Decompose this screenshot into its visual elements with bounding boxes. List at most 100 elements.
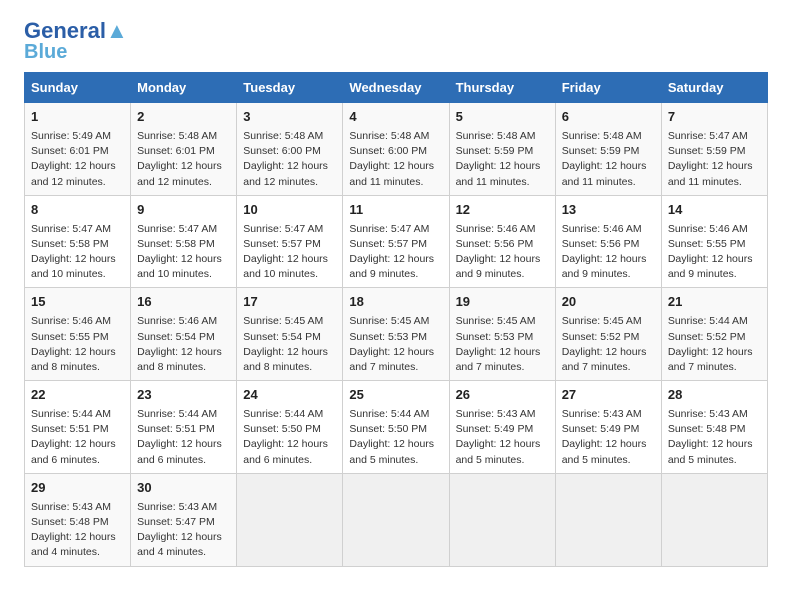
- cell-content: Sunrise: 5:49 AMSunset: 6:01 PMDaylight:…: [31, 129, 124, 190]
- calendar-cell: 28Sunrise: 5:43 AMSunset: 5:48 PMDayligh…: [661, 381, 767, 474]
- calendar-cell: 4 Sunrise: 5:48 AMSunset: 6:00 PMDaylight…: [343, 103, 449, 196]
- calendar-cell: 12 Sunrise: 5:46 AMSunset: 5:56 PMDayligh…: [449, 195, 555, 288]
- day-number: 11: [349, 201, 442, 220]
- day-number: 2: [137, 108, 230, 127]
- logo-text: General▲: [24, 20, 128, 42]
- calendar-cell: [343, 473, 449, 566]
- calendar-cell: 27 Sunrise: 5:43 AMSunset: 5:49 PMDayligh…: [555, 381, 661, 474]
- day-number: 21: [668, 293, 761, 312]
- calendar-cell: 14 Sunrise: 5:46 AMSunset: 5:55 PMDayligh…: [661, 195, 767, 288]
- calendar-cell: 3Sunrise: 5:48 AMSunset: 6:00 PMDaylight…: [237, 103, 343, 196]
- calendar-cell: 17Sunrise: 5:45 AMSunset: 5:54 PMDayligh…: [237, 288, 343, 381]
- cell-content: Sunrise: 5:44 AMSunset: 5:50 PMDaylight:…: [349, 407, 442, 468]
- weekday-header-row: SundayMondayTuesdayWednesdayThursdayFrid…: [25, 73, 768, 103]
- calendar-cell: 26Sunrise: 5:43 AMSunset: 5:49 PMDayligh…: [449, 381, 555, 474]
- cell-content: Sunrise: 5:44 AMSunset: 5:51 PMDaylight:…: [137, 407, 230, 468]
- weekday-header-wednesday: Wednesday: [343, 73, 449, 103]
- weekday-header-saturday: Saturday: [661, 73, 767, 103]
- day-number: 12: [456, 201, 549, 220]
- cell-content: Sunrise: 5:43 AMSunset: 5:49 PMDaylight:…: [456, 407, 549, 468]
- day-number: 4: [349, 108, 442, 127]
- day-number: 10: [243, 201, 336, 220]
- day-number: 13: [562, 201, 655, 220]
- weekday-header-tuesday: Tuesday: [237, 73, 343, 103]
- day-number: 14: [668, 201, 761, 220]
- day-number: 16: [137, 293, 230, 312]
- day-number: 30: [137, 479, 230, 498]
- cell-content: Sunrise: 5:44 AMSunset: 5:51 PMDaylight:…: [31, 407, 124, 468]
- cell-content: Sunrise: 5:47 AMSunset: 5:57 PMDaylight:…: [349, 222, 442, 283]
- cell-content: Sunrise: 5:46 AMSunset: 5:55 PMDaylight:…: [31, 314, 124, 375]
- cell-content: Sunrise: 5:47 AMSunset: 5:59 PMDaylight:…: [668, 129, 761, 190]
- cell-content: Sunrise: 5:44 AMSunset: 5:50 PMDaylight:…: [243, 407, 336, 468]
- calendar-cell: [661, 473, 767, 566]
- calendar-cell: 9 Sunrise: 5:47 AMSunset: 5:58 PMDaylight…: [131, 195, 237, 288]
- cell-content: Sunrise: 5:47 AMSunset: 5:58 PMDaylight:…: [31, 222, 124, 283]
- day-number: 25: [349, 386, 442, 405]
- calendar-cell: 5 Sunrise: 5:48 AMSunset: 5:59 PMDaylight…: [449, 103, 555, 196]
- header: General▲ Blue: [24, 20, 768, 62]
- weekday-header-friday: Friday: [555, 73, 661, 103]
- calendar-cell: 13 Sunrise: 5:46 AMSunset: 5:56 PMDayligh…: [555, 195, 661, 288]
- calendar-cell: 15Sunrise: 5:46 AMSunset: 5:55 PMDayligh…: [25, 288, 131, 381]
- cell-content: Sunrise: 5:48 AMSunset: 5:59 PMDaylight:…: [562, 129, 655, 190]
- calendar-cell: 23 Sunrise: 5:44 AMSunset: 5:51 PMDayligh…: [131, 381, 237, 474]
- calendar-cell: 16Sunrise: 5:46 AMSunset: 5:54 PMDayligh…: [131, 288, 237, 381]
- week-row-3: 15Sunrise: 5:46 AMSunset: 5:55 PMDayligh…: [25, 288, 768, 381]
- calendar-cell: 30Sunrise: 5:43 AMSunset: 5:47 PMDayligh…: [131, 473, 237, 566]
- week-row-1: 1 Sunrise: 5:49 AMSunset: 6:01 PMDaylight…: [25, 103, 768, 196]
- cell-content: Sunrise: 5:45 AMSunset: 5:52 PMDaylight:…: [562, 314, 655, 375]
- week-row-5: 29Sunrise: 5:43 AMSunset: 5:48 PMDayligh…: [25, 473, 768, 566]
- calendar-cell: 29Sunrise: 5:43 AMSunset: 5:48 PMDayligh…: [25, 473, 131, 566]
- calendar-cell: [555, 473, 661, 566]
- day-number: 7: [668, 108, 761, 127]
- day-number: 8: [31, 201, 124, 220]
- cell-content: Sunrise: 5:48 AMSunset: 5:59 PMDaylight:…: [456, 129, 549, 190]
- calendar-cell: 21 Sunrise: 5:44 AMSunset: 5:52 PMDayligh…: [661, 288, 767, 381]
- calendar-table: SundayMondayTuesdayWednesdayThursdayFrid…: [24, 72, 768, 567]
- cell-content: Sunrise: 5:47 AMSunset: 5:57 PMDaylight:…: [243, 222, 336, 283]
- day-number: 24: [243, 386, 336, 405]
- day-number: 19: [456, 293, 549, 312]
- calendar-cell: [237, 473, 343, 566]
- day-number: 27: [562, 386, 655, 405]
- cell-content: Sunrise: 5:46 AMSunset: 5:56 PMDaylight:…: [562, 222, 655, 283]
- calendar-cell: [449, 473, 555, 566]
- weekday-header-thursday: Thursday: [449, 73, 555, 103]
- calendar-cell: 10 Sunrise: 5:47 AMSunset: 5:57 PMDayligh…: [237, 195, 343, 288]
- calendar-cell: 2 Sunrise: 5:48 AMSunset: 6:01 PMDaylight…: [131, 103, 237, 196]
- cell-content: Sunrise: 5:45 AMSunset: 5:54 PMDaylight:…: [243, 314, 336, 375]
- week-row-4: 22Sunrise: 5:44 AMSunset: 5:51 PMDayligh…: [25, 381, 768, 474]
- weekday-header-monday: Monday: [131, 73, 237, 103]
- day-number: 9: [137, 201, 230, 220]
- cell-content: Sunrise: 5:44 AMSunset: 5:52 PMDaylight:…: [668, 314, 761, 375]
- cell-content: Sunrise: 5:43 AMSunset: 5:49 PMDaylight:…: [562, 407, 655, 468]
- calendar-cell: 24 Sunrise: 5:44 AMSunset: 5:50 PMDayligh…: [237, 381, 343, 474]
- day-number: 5: [456, 108, 549, 127]
- calendar-cell: 22Sunrise: 5:44 AMSunset: 5:51 PMDayligh…: [25, 381, 131, 474]
- cell-content: Sunrise: 5:45 AMSunset: 5:53 PMDaylight:…: [456, 314, 549, 375]
- day-number: 1: [31, 108, 124, 127]
- calendar-cell: 19 Sunrise: 5:45 AMSunset: 5:53 PMDayligh…: [449, 288, 555, 381]
- calendar-cell: 1 Sunrise: 5:49 AMSunset: 6:01 PMDaylight…: [25, 103, 131, 196]
- cell-content: Sunrise: 5:48 AMSunset: 6:01 PMDaylight:…: [137, 129, 230, 190]
- calendar-cell: 6 Sunrise: 5:48 AMSunset: 5:59 PMDaylight…: [555, 103, 661, 196]
- cell-content: Sunrise: 5:47 AMSunset: 5:58 PMDaylight:…: [137, 222, 230, 283]
- cell-content: Sunrise: 5:48 AMSunset: 6:00 PMDaylight:…: [349, 129, 442, 190]
- day-number: 18: [349, 293, 442, 312]
- logo: General▲ Blue: [24, 20, 128, 62]
- calendar-cell: 11 Sunrise: 5:47 AMSunset: 5:57 PMDayligh…: [343, 195, 449, 288]
- day-number: 6: [562, 108, 655, 127]
- calendar-cell: 25 Sunrise: 5:44 AMSunset: 5:50 PMDayligh…: [343, 381, 449, 474]
- cell-content: Sunrise: 5:46 AMSunset: 5:55 PMDaylight:…: [668, 222, 761, 283]
- cell-content: Sunrise: 5:43 AMSunset: 5:48 PMDaylight:…: [668, 407, 761, 468]
- day-number: 23: [137, 386, 230, 405]
- calendar-cell: 18 Sunrise: 5:45 AMSunset: 5:53 PMDayligh…: [343, 288, 449, 381]
- week-row-2: 8 Sunrise: 5:47 AMSunset: 5:58 PMDaylight…: [25, 195, 768, 288]
- day-number: 3: [243, 108, 336, 127]
- calendar-cell: 8 Sunrise: 5:47 AMSunset: 5:58 PMDaylight…: [25, 195, 131, 288]
- cell-content: Sunrise: 5:45 AMSunset: 5:53 PMDaylight:…: [349, 314, 442, 375]
- cell-content: Sunrise: 5:43 AMSunset: 5:48 PMDaylight:…: [31, 500, 124, 561]
- logo-text2: Blue: [24, 42, 67, 62]
- cell-content: Sunrise: 5:46 AMSunset: 5:56 PMDaylight:…: [456, 222, 549, 283]
